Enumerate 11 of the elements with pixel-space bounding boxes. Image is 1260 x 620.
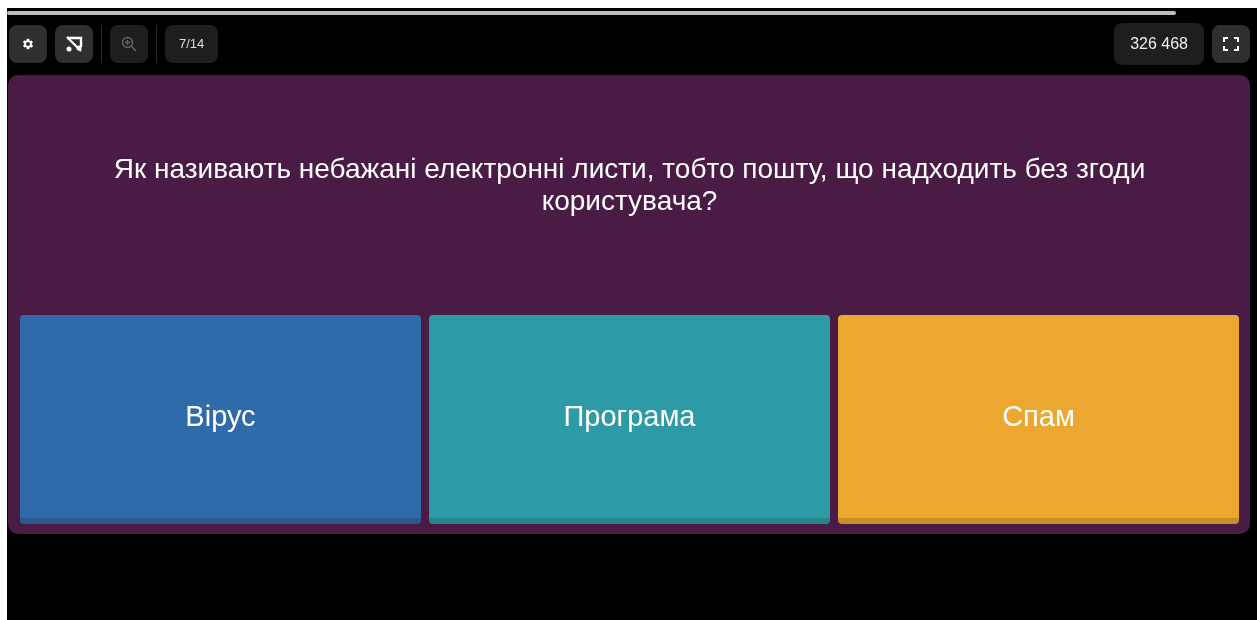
fullscreen-icon: [1223, 37, 1239, 51]
question-text: Як називають небажані електронні листи, тобто пошту, що надходить без згоди користувача?: [112, 152, 1147, 218]
fullscreen-button[interactable]: [1212, 25, 1250, 63]
zoom-in-icon: [121, 36, 137, 52]
answer-button[interactable]: Програма: [429, 315, 830, 524]
settings-button[interactable]: [9, 25, 47, 63]
question-counter: 7/14: [165, 25, 219, 63]
settings-icon: [21, 37, 35, 51]
answer-button[interactable]: Вірус: [20, 315, 421, 524]
score: 326 468: [1114, 23, 1204, 65]
answer-button[interactable]: Спам: [838, 315, 1239, 524]
